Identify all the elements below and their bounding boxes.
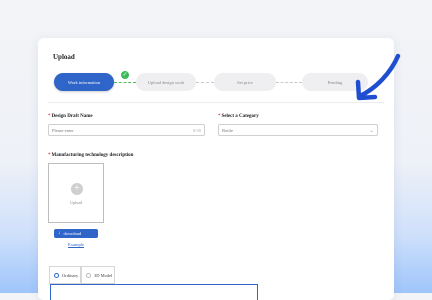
category-label: *Select a Category: [218, 114, 259, 119]
pointer-arrow-icon: [355, 53, 401, 101]
radio-unselected-icon: [86, 272, 91, 278]
chevron-down-icon: ⌄: [368, 127, 374, 134]
upload-label: Upload: [70, 200, 82, 205]
draft-name-label: *Design Draft Name: [48, 114, 93, 119]
download-button[interactable]: ↓ download: [54, 229, 98, 238]
step-label: Upload design work: [147, 79, 185, 85]
tab-ordinary[interactable]: Ordinary: [49, 266, 81, 284]
step-work-information[interactable]: Work information: [54, 73, 114, 91]
step-set-price[interactable]: Set price: [214, 73, 276, 91]
tab-label: Ordinary: [62, 272, 79, 278]
step-upload-design-work[interactable]: Upload design work: [136, 73, 196, 91]
required-mark: *: [48, 114, 51, 119]
char-counter: 0/30: [192, 127, 201, 133]
step-connector-1: [114, 81, 136, 83]
tab-3d-model[interactable]: 3D Model: [81, 266, 115, 284]
upload-area[interactable]: + Upload: [48, 163, 104, 223]
check-icon: ✓: [121, 71, 129, 79]
required-mark: *: [218, 114, 221, 119]
page-title: Upload: [53, 53, 75, 61]
category-select[interactable]: Bottle ⌄: [218, 124, 378, 136]
required-mark: *: [48, 153, 51, 158]
tab-content-panel: [50, 284, 258, 300]
download-icon: ↓: [58, 231, 61, 236]
step-connector-3: [276, 81, 302, 83]
model-type-tabs: Ordinary 3D Model: [49, 266, 115, 284]
draft-name-placeholder: Please enter: [52, 127, 74, 133]
step-connector-2: [196, 81, 214, 83]
divider: [48, 102, 384, 103]
radio-selected-icon: [54, 272, 59, 278]
tab-label: 3D Model: [94, 272, 113, 278]
upload-card: Upload Work information ✓ Upload design …: [38, 38, 394, 300]
tech-description-label: *Manufacturing technology description: [48, 153, 134, 158]
download-label: download: [63, 231, 82, 236]
step-label: Pending: [327, 79, 343, 85]
step-label: Set price: [237, 79, 253, 85]
step-label: Work information: [67, 79, 101, 85]
example-link[interactable]: Example: [68, 242, 84, 247]
plus-icon: +: [71, 183, 83, 195]
draft-name-input[interactable]: Please enter 0/30: [48, 124, 205, 136]
category-value: Bottle: [222, 127, 233, 133]
